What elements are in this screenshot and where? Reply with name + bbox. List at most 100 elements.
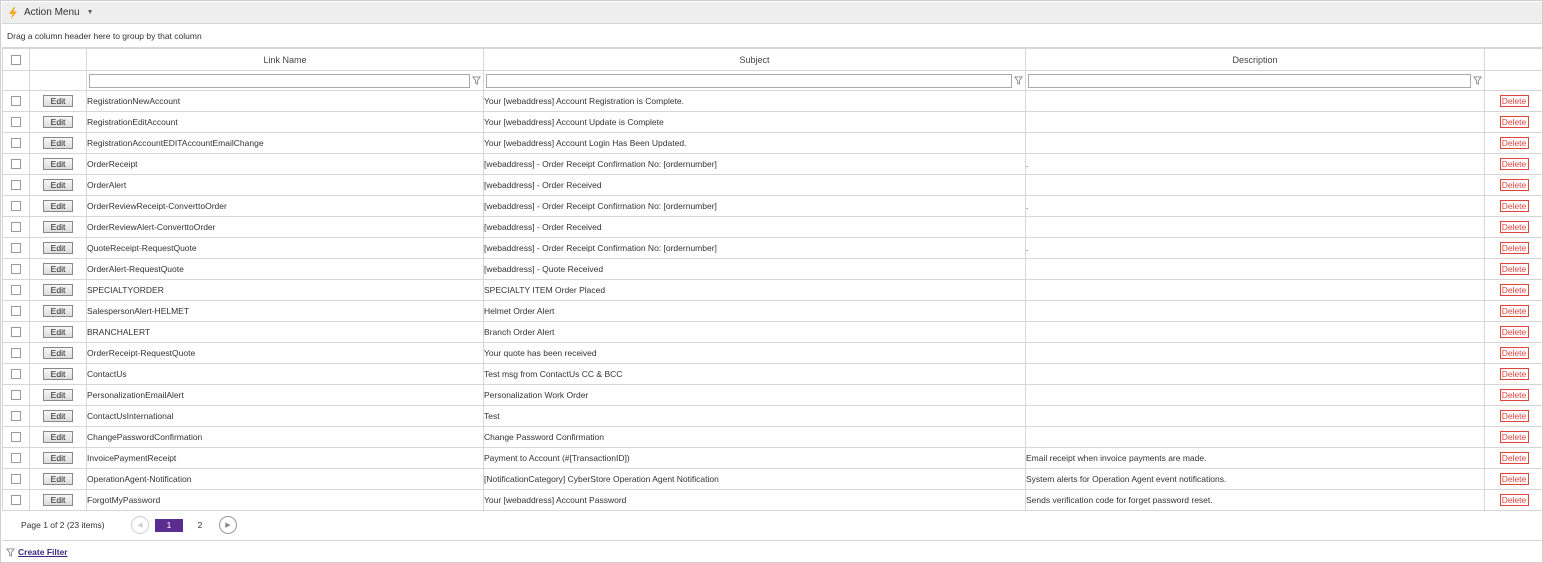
filter-icon[interactable] — [1014, 76, 1023, 85]
edit-button[interactable]: Edit — [43, 137, 73, 149]
row-checkbox[interactable] — [11, 369, 21, 380]
filter-icon[interactable] — [472, 76, 481, 85]
edit-button[interactable]: Edit — [43, 368, 73, 380]
row-select-cell[interactable] — [2, 384, 30, 406]
delete-button[interactable]: Delete — [1499, 179, 1529, 191]
edit-button[interactable]: Edit — [43, 263, 73, 275]
row-select-cell[interactable] — [2, 342, 30, 364]
delete-button[interactable]: Delete — [1499, 452, 1529, 464]
row-select-cell[interactable] — [2, 174, 30, 196]
delete-button[interactable]: Delete — [1499, 326, 1529, 338]
delete-button[interactable]: Delete — [1499, 158, 1529, 170]
delete-button[interactable]: Delete — [1499, 368, 1529, 380]
edit-button[interactable]: Edit — [43, 158, 73, 170]
row-checkbox[interactable] — [11, 306, 21, 317]
row-select-cell[interactable] — [2, 300, 30, 322]
filter-input-description[interactable] — [1028, 73, 1471, 88]
delete-button[interactable]: Delete — [1499, 137, 1529, 149]
edit-button[interactable]: Edit — [43, 389, 73, 401]
edit-button[interactable]: Edit — [43, 200, 73, 212]
chevron-down-icon[interactable]: ▼ — [87, 9, 94, 16]
edit-button[interactable]: Edit — [43, 242, 73, 254]
row-select-cell[interactable] — [2, 237, 30, 259]
row-checkbox[interactable] — [11, 138, 21, 149]
row-checkbox[interactable] — [11, 348, 21, 359]
row-checkbox[interactable] — [11, 159, 21, 170]
row-select-cell[interactable] — [2, 132, 30, 154]
row-select-cell[interactable] — [2, 111, 30, 133]
delete-button[interactable]: Delete — [1499, 389, 1529, 401]
edit-button[interactable]: Edit — [43, 95, 73, 107]
row-select-cell[interactable] — [2, 279, 30, 301]
filter-input-link-name[interactable] — [89, 73, 470, 88]
delete-button[interactable]: Delete — [1499, 284, 1529, 296]
edit-button[interactable]: Edit — [43, 494, 73, 506]
column-header-subject[interactable]: Subject — [483, 48, 1026, 71]
edit-button[interactable]: Edit — [43, 473, 73, 485]
row-checkbox[interactable] — [11, 264, 21, 275]
row-checkbox[interactable] — [11, 96, 21, 107]
group-panel[interactable]: Drag a column header here to group by th… — [2, 25, 1542, 48]
row-checkbox[interactable] — [11, 411, 21, 422]
row-checkbox[interactable] — [11, 285, 21, 296]
edit-button[interactable]: Edit — [43, 347, 73, 359]
filter-icon[interactable] — [1473, 76, 1482, 85]
row-select-cell[interactable] — [2, 489, 30, 511]
delete-button[interactable]: Delete — [1499, 221, 1529, 233]
delete-button[interactable]: Delete — [1499, 263, 1529, 275]
row-select-cell[interactable] — [2, 468, 30, 490]
column-header-description[interactable]: Description — [1025, 48, 1485, 71]
edit-button[interactable]: Edit — [43, 305, 73, 317]
page-button-2[interactable]: 2 — [186, 519, 214, 532]
prev-page-icon[interactable]: ◀ — [131, 516, 149, 534]
delete-button[interactable]: Delete — [1499, 116, 1529, 128]
delete-button[interactable]: Delete — [1499, 410, 1529, 422]
cell-link-name: ContactUs — [86, 363, 484, 385]
edit-button[interactable]: Edit — [43, 326, 73, 338]
action-menu[interactable]: Action Menu ▼ — [2, 2, 1542, 24]
delete-button[interactable]: Delete — [1499, 473, 1529, 485]
row-checkbox[interactable] — [11, 390, 21, 401]
row-select-cell[interactable] — [2, 321, 30, 343]
row-checkbox[interactable] — [11, 180, 21, 191]
row-checkbox[interactable] — [11, 243, 21, 254]
select-all-cell[interactable] — [2, 48, 30, 71]
filter-input-subject[interactable] — [486, 73, 1012, 88]
select-all-checkbox[interactable] — [11, 54, 21, 65]
row-checkbox[interactable] — [11, 432, 21, 443]
edit-button[interactable]: Edit — [43, 452, 73, 464]
edit-button[interactable]: Edit — [43, 410, 73, 422]
edit-button[interactable]: Edit — [43, 116, 73, 128]
edit-button[interactable]: Edit — [43, 431, 73, 443]
row-checkbox[interactable] — [11, 327, 21, 338]
column-header-link-name[interactable]: Link Name — [86, 48, 484, 71]
row-select-cell[interactable] — [2, 195, 30, 217]
delete-button[interactable]: Delete — [1499, 305, 1529, 317]
row-select-cell[interactable] — [2, 447, 30, 469]
row-checkbox[interactable] — [11, 117, 21, 128]
row-checkbox[interactable] — [11, 201, 21, 212]
row-checkbox[interactable] — [11, 222, 21, 233]
edit-button[interactable]: Edit — [43, 284, 73, 296]
row-select-cell[interactable] — [2, 90, 30, 112]
create-filter-link[interactable]: Create Filter — [18, 547, 68, 557]
next-page-icon[interactable]: ▶ — [219, 516, 237, 534]
row-select-cell[interactable] — [2, 258, 30, 280]
row-select-cell[interactable] — [2, 405, 30, 427]
page-button-1[interactable]: 1 — [155, 518, 183, 532]
row-select-cell[interactable] — [2, 363, 30, 385]
delete-button[interactable]: Delete — [1499, 95, 1529, 107]
row-select-cell[interactable] — [2, 216, 30, 238]
edit-button[interactable]: Edit — [43, 179, 73, 191]
row-select-cell[interactable] — [2, 426, 30, 448]
delete-button[interactable]: Delete — [1499, 242, 1529, 254]
row-checkbox[interactable] — [11, 495, 21, 506]
row-select-cell[interactable] — [2, 153, 30, 175]
row-checkbox[interactable] — [11, 453, 21, 464]
delete-button[interactable]: Delete — [1499, 347, 1529, 359]
row-checkbox[interactable] — [11, 474, 21, 485]
delete-button[interactable]: Delete — [1499, 494, 1529, 506]
delete-button[interactable]: Delete — [1499, 200, 1529, 212]
delete-button[interactable]: Delete — [1499, 431, 1529, 443]
edit-button[interactable]: Edit — [43, 221, 73, 233]
